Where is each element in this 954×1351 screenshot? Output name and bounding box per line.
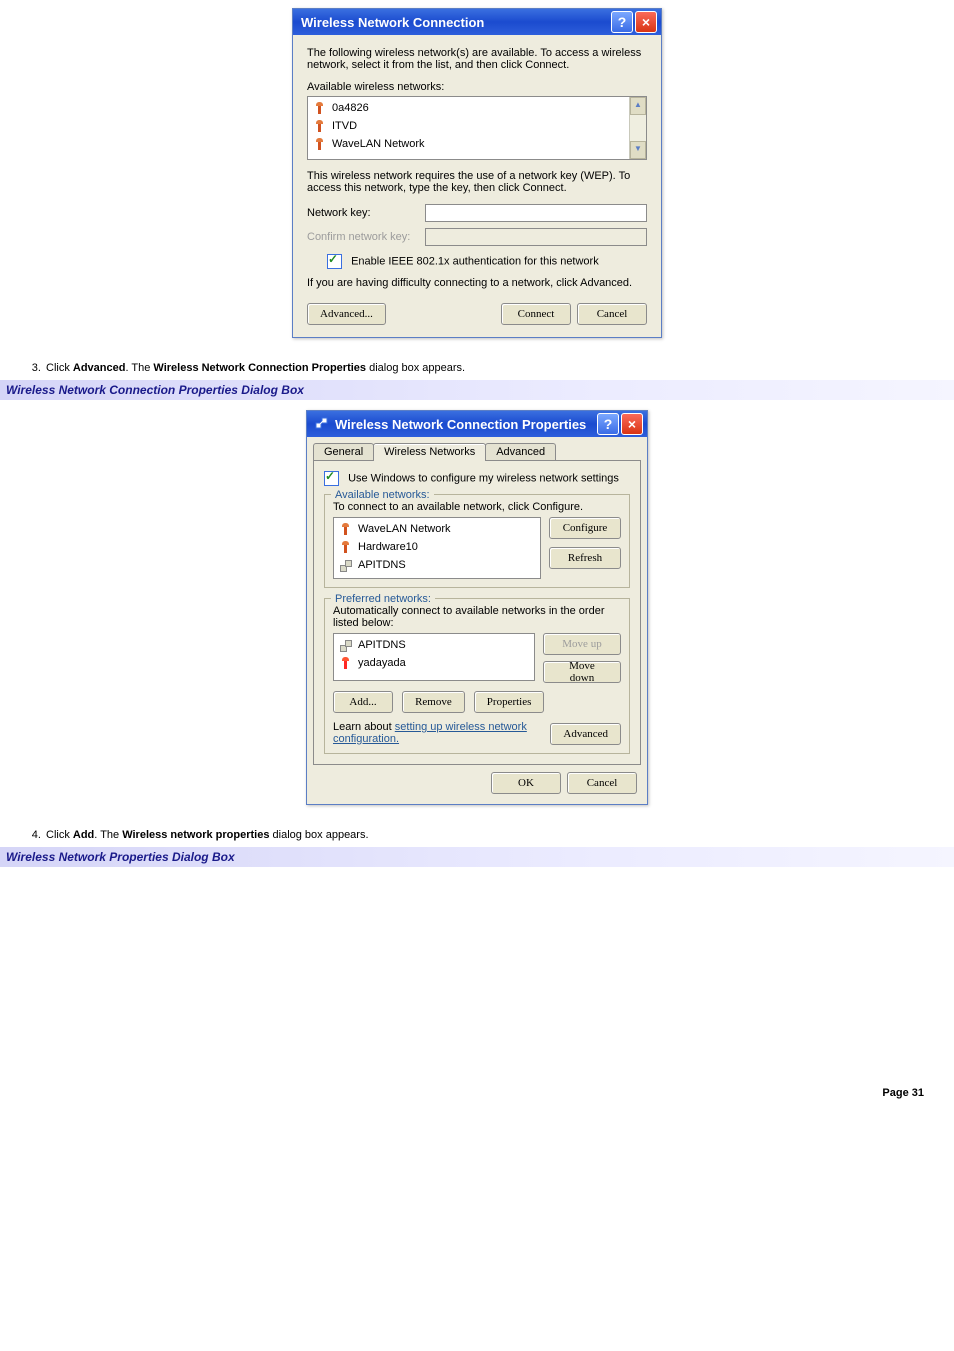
available-group-title: Available networks: bbox=[331, 489, 434, 501]
preferred-group-text: Automatically connect to available netwo… bbox=[333, 605, 621, 629]
wireless-connection-dialog: Wireless Network Connection ? × The foll… bbox=[292, 8, 662, 338]
tab-bar: General Wireless Networks Advanced bbox=[313, 443, 647, 461]
caption-2: Wireless Network Properties Dialog Box bbox=[0, 847, 954, 867]
close-icon[interactable]: × bbox=[621, 413, 643, 435]
titlebar: Wireless Network Connection ? × bbox=[293, 9, 661, 35]
ok-button[interactable]: OK bbox=[491, 772, 561, 794]
adhoc-icon bbox=[340, 559, 352, 571]
advanced-button[interactable]: Advanced bbox=[550, 723, 621, 745]
network-name: APITDNS bbox=[358, 639, 406, 651]
antenna-icon bbox=[340, 541, 352, 553]
list-item[interactable]: WaveLAN Network bbox=[336, 520, 538, 538]
step-4: Click Add. The Wireless network properti… bbox=[44, 829, 954, 841]
connect-button[interactable]: Connect bbox=[501, 303, 571, 325]
preferred-networks-list[interactable]: APITDNS yadayada bbox=[333, 633, 535, 681]
titlebar: Wireless Network Connection Properties ?… bbox=[307, 411, 647, 437]
scrollbar[interactable]: ▲ ▼ bbox=[629, 97, 646, 159]
available-group-text: To connect to an available network, clic… bbox=[333, 501, 621, 513]
page-number: Page 31 bbox=[0, 1087, 924, 1099]
wireless-icon bbox=[315, 416, 329, 433]
scroll-up-icon[interactable]: ▲ bbox=[630, 97, 646, 115]
use-windows-label: Use Windows to configure my wireless net… bbox=[348, 472, 619, 484]
network-name: yadayada bbox=[358, 657, 406, 669]
move-down-button[interactable]: Move down bbox=[543, 661, 621, 683]
cancel-button[interactable]: Cancel bbox=[577, 303, 647, 325]
available-networks-list[interactable]: WaveLAN Network Hardware10 APITDNS bbox=[333, 517, 541, 579]
network-key-input[interactable] bbox=[425, 204, 647, 222]
scroll-down-icon[interactable]: ▼ bbox=[630, 141, 646, 159]
cancel-button[interactable]: Cancel bbox=[567, 772, 637, 794]
add-button[interactable]: Add... bbox=[333, 691, 393, 713]
ieee-checkbox-label: Enable IEEE 802.1x authentication for th… bbox=[351, 255, 599, 267]
configure-button[interactable]: Configure bbox=[549, 517, 621, 539]
wireless-properties-dialog: Wireless Network Connection Properties ?… bbox=[306, 410, 648, 805]
network-name: ITVD bbox=[332, 120, 357, 132]
tab-advanced[interactable]: Advanced bbox=[485, 443, 556, 461]
use-windows-checkbox[interactable] bbox=[324, 471, 339, 486]
tab-wireless-networks[interactable]: Wireless Networks bbox=[373, 443, 486, 461]
antenna-icon bbox=[314, 120, 326, 132]
learn-text: Learn about setting up wireless network … bbox=[333, 721, 550, 745]
list-item[interactable]: ITVD bbox=[310, 117, 644, 135]
antenna-icon bbox=[314, 102, 326, 114]
close-icon[interactable]: × bbox=[635, 11, 657, 33]
list-item[interactable]: yadayada bbox=[336, 654, 534, 672]
advanced-button[interactable]: Advanced... bbox=[307, 303, 386, 325]
tab-general[interactable]: General bbox=[313, 443, 374, 461]
intro-text: The following wireless network(s) are av… bbox=[307, 47, 647, 71]
caption-1: Wireless Network Connection Properties D… bbox=[0, 380, 954, 400]
available-networks-list[interactable]: 0a4826 ITVD WaveLAN Network ▲ ▼ bbox=[307, 96, 647, 160]
help-icon[interactable]: ? bbox=[611, 11, 633, 33]
move-up-button: Move up bbox=[543, 633, 621, 655]
difficulty-text: If you are having difficulty connecting … bbox=[307, 277, 647, 289]
wep-text: This wireless network requires the use o… bbox=[307, 170, 647, 194]
step-3: Click Advanced. The Wireless Network Con… bbox=[44, 362, 954, 374]
list-item[interactable]: 0a4826 bbox=[310, 99, 644, 117]
network-key-label: Network key: bbox=[307, 207, 425, 219]
antenna-icon bbox=[340, 523, 352, 535]
properties-button[interactable]: Properties bbox=[474, 691, 545, 713]
adhoc-icon bbox=[340, 639, 352, 651]
ieee-checkbox[interactable] bbox=[327, 254, 342, 269]
list-item[interactable]: Hardware10 bbox=[336, 538, 538, 556]
network-name: Hardware10 bbox=[358, 541, 418, 553]
dialog-title: Wireless Network Connection bbox=[301, 15, 609, 30]
dialog-title: Wireless Network Connection Properties bbox=[335, 417, 595, 432]
network-name: APITDNS bbox=[358, 559, 406, 571]
remove-button[interactable]: Remove bbox=[402, 691, 465, 713]
list-item[interactable]: WaveLAN Network bbox=[310, 135, 644, 153]
list-item[interactable]: APITDNS bbox=[336, 556, 538, 574]
refresh-button[interactable]: Refresh bbox=[549, 547, 621, 569]
list-item[interactable]: APITDNS bbox=[336, 636, 534, 654]
help-icon[interactable]: ? bbox=[597, 413, 619, 435]
antenna-icon bbox=[314, 138, 326, 150]
network-name: WaveLAN Network bbox=[332, 138, 425, 150]
network-name: 0a4826 bbox=[332, 102, 369, 114]
preferred-group-title: Preferred networks: bbox=[331, 593, 435, 605]
network-name: WaveLAN Network bbox=[358, 523, 451, 535]
antenna-icon bbox=[340, 657, 352, 669]
confirm-key-input bbox=[425, 228, 647, 246]
confirm-key-label: Confirm network key: bbox=[307, 231, 425, 243]
available-label: Available wireless networks: bbox=[307, 81, 647, 93]
